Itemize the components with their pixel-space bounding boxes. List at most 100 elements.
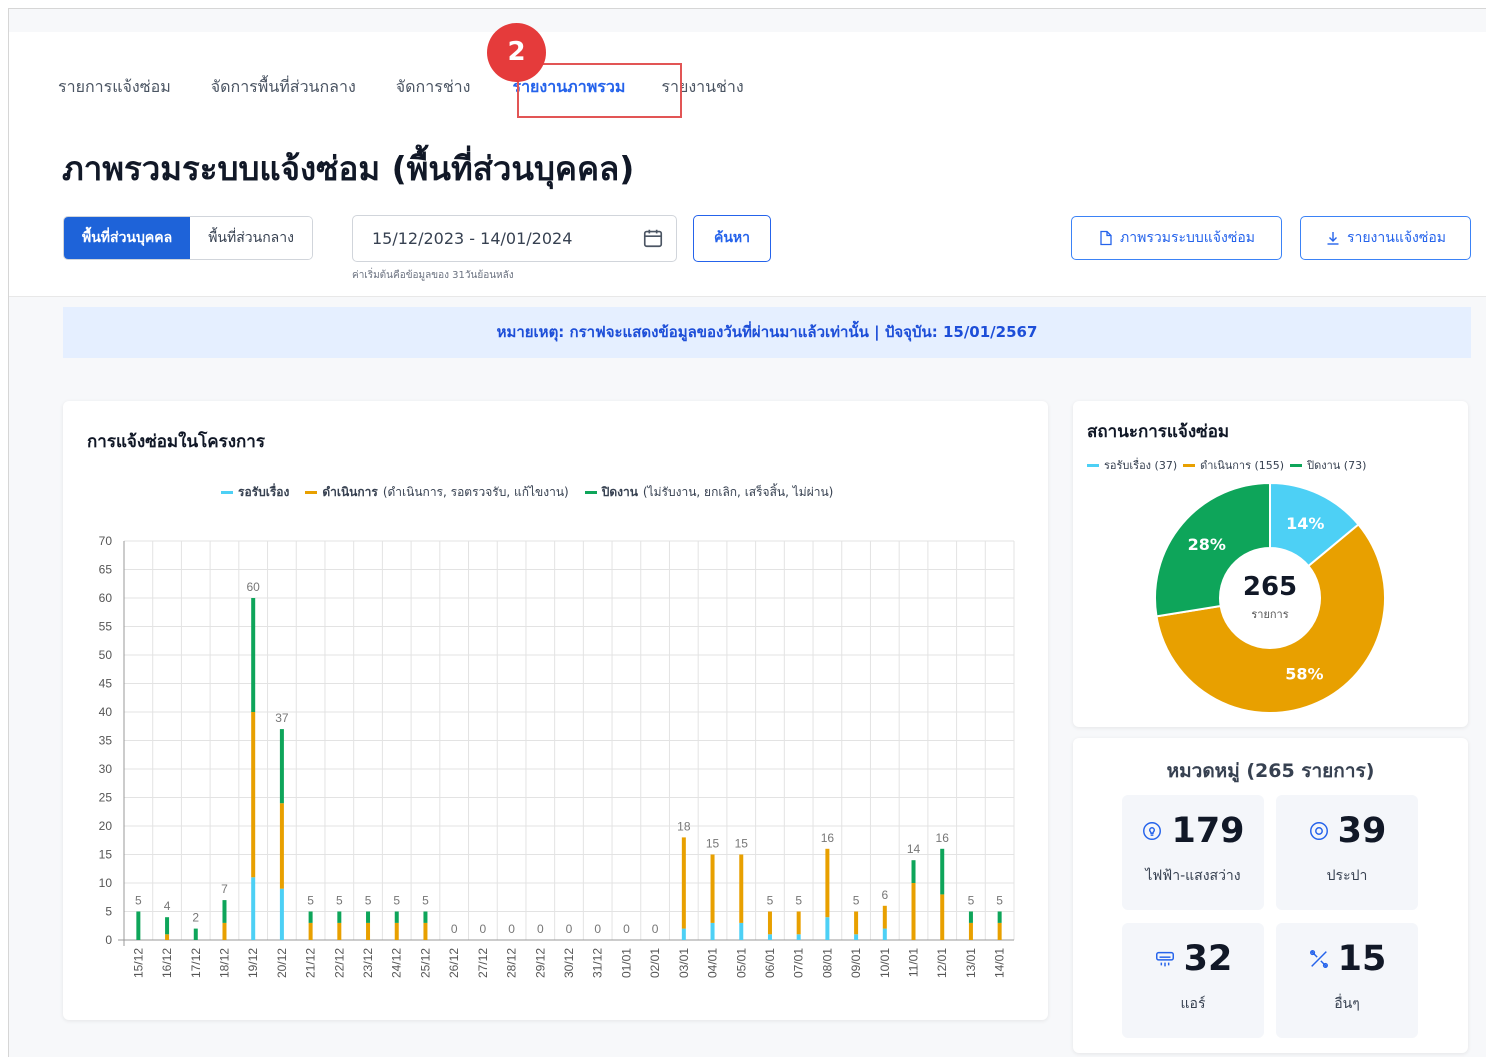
bar-segment [882, 928, 887, 940]
bar-segment [394, 922, 399, 940]
bar-segment [825, 848, 830, 918]
bar-total-label: 0 [537, 922, 544, 936]
x-tick-label: 25/12 [418, 948, 432, 978]
bar-segment [710, 854, 715, 923]
bar-total-label: 0 [480, 922, 487, 936]
bar-segment [681, 837, 686, 929]
bar-segment [193, 928, 198, 940]
bar-segment [165, 917, 170, 935]
bar-segment [308, 911, 313, 923]
x-tick-label: 28/12 [505, 948, 519, 978]
y-tick-label: 30 [99, 762, 113, 776]
bar-total-label: 7 [221, 882, 228, 896]
x-tick-label: 17/12 [189, 948, 203, 978]
y-tick-label: 60 [99, 591, 113, 605]
water-drop-icon [1309, 822, 1328, 840]
x-tick-label: 23/12 [361, 948, 375, 978]
x-tick-label: 09/01 [849, 948, 863, 978]
bar-total-label: 5 [422, 894, 429, 908]
x-tick-label: 03/01 [677, 948, 691, 978]
x-tick-label: 01/01 [619, 948, 633, 978]
bar-segment [366, 922, 371, 940]
bar-total-label: 18 [677, 819, 691, 833]
tab-highlight-frame [517, 63, 682, 118]
bar-segment [739, 854, 744, 923]
info-note-banner: หมายเหตุ: กราฟจะแสดงข้อมูลของวันที่ผ่านม… [63, 307, 1471, 358]
air-conditioner-icon [1155, 951, 1174, 967]
bar-segment [423, 922, 428, 940]
bar-segment [796, 934, 801, 940]
bar-total-label: 5 [853, 894, 860, 908]
bar-total-label: 0 [508, 922, 515, 936]
x-tick-label: 26/12 [447, 948, 461, 978]
bar-segment [279, 888, 284, 940]
tab-common-area[interactable]: จัดการพื้นที่ส่วนกลาง [211, 74, 356, 104]
bar-total-label: 16 [821, 831, 835, 845]
bar-total-label: 5 [996, 894, 1003, 908]
y-tick-label: 10 [99, 876, 113, 890]
x-tick-label: 24/12 [390, 948, 404, 978]
report-download-button[interactable]: รายงานแจ้งซ่อม [1300, 216, 1471, 260]
x-tick-label: 21/12 [304, 948, 318, 978]
bar-total-label: 0 [623, 922, 630, 936]
bar-total-label: 0 [594, 922, 601, 936]
common-area-button[interactable]: พื้นที่ส่วนกลาง [190, 217, 312, 259]
category-tile-electric[interactable]: 179 ไฟฟ้า-แสงสว่าง [1122, 795, 1264, 910]
x-tick-label: 05/01 [734, 948, 748, 978]
bar-total-label: 14 [907, 842, 921, 856]
bar-total-label: 60 [247, 580, 261, 594]
bar-total-label: 5 [307, 894, 314, 908]
bar-segment [911, 883, 916, 940]
y-tick-label: 25 [99, 791, 113, 805]
bar-total-label: 2 [192, 911, 199, 925]
bar-total-label: 15 [735, 837, 749, 851]
x-tick-label: 20/12 [275, 948, 289, 978]
bar-total-label: 15 [706, 837, 720, 851]
bar-segment [911, 860, 916, 883]
bar-segment [796, 911, 801, 935]
bar-total-label: 0 [451, 922, 458, 936]
date-range-input[interactable]: 15/12/2023 - 14/01/2024 [352, 215, 677, 262]
donut-center-label: รายการ [1251, 608, 1288, 621]
y-tick-label: 65 [99, 563, 113, 577]
step-badge: 2 [487, 23, 546, 82]
tab-technicians[interactable]: จัดการช่าง [396, 74, 471, 104]
bar-segment [337, 911, 342, 923]
y-tick-label: 35 [99, 734, 113, 748]
bar-total-label: 5 [135, 894, 142, 908]
bar-total-label: 0 [652, 922, 659, 936]
x-tick-label: 19/12 [246, 948, 260, 978]
category-tile-aircon[interactable]: 32 แอร์ [1122, 923, 1264, 1038]
x-tick-label: 04/01 [706, 948, 720, 978]
bar-segment [136, 911, 141, 940]
date-range-value: 15/12/2023 - 14/01/2024 [372, 229, 573, 248]
bar-total-label: 5 [767, 894, 774, 908]
bar-segment [222, 900, 227, 923]
private-area-button[interactable]: พื้นที่ส่วนบุคคล [64, 217, 191, 259]
y-tick-label: 70 [99, 534, 113, 548]
bar-total-label: 5 [365, 894, 372, 908]
category-tile-other[interactable]: 15 อื่นๆ [1276, 923, 1418, 1038]
bar-segment [366, 911, 371, 923]
tab-repair-list[interactable]: รายการแจ้งซ่อม [58, 74, 171, 104]
x-tick-label: 14/01 [993, 948, 1007, 978]
search-button[interactable]: ค้นหา [693, 215, 771, 262]
y-tick-label: 5 [105, 905, 112, 919]
category-count-electric: 179 [1171, 811, 1245, 851]
download-icon [1327, 232, 1339, 245]
y-tick-label: 0 [105, 933, 112, 947]
tools-icon [1309, 950, 1328, 968]
calendar-icon[interactable] [642, 227, 664, 249]
x-tick-label: 07/01 [792, 948, 806, 978]
bar-segment [279, 729, 284, 804]
overview-export-button[interactable]: ภาพรวมระบบแจ้งซ่อม [1071, 216, 1282, 260]
bar-segment [968, 922, 973, 940]
category-tile-plumbing[interactable]: 39 ประปา [1276, 795, 1418, 910]
date-range-hint: ค่าเริ่มต้นคือข้อมูลของ 31วันย้อนหลัง [352, 270, 514, 281]
bar-total-label: 5 [393, 894, 400, 908]
bar-segment [308, 922, 313, 940]
bar-segment [767, 934, 772, 940]
y-tick-label: 20 [99, 819, 113, 833]
category-count-other: 15 [1337, 939, 1387, 979]
bar-segment [825, 917, 830, 940]
